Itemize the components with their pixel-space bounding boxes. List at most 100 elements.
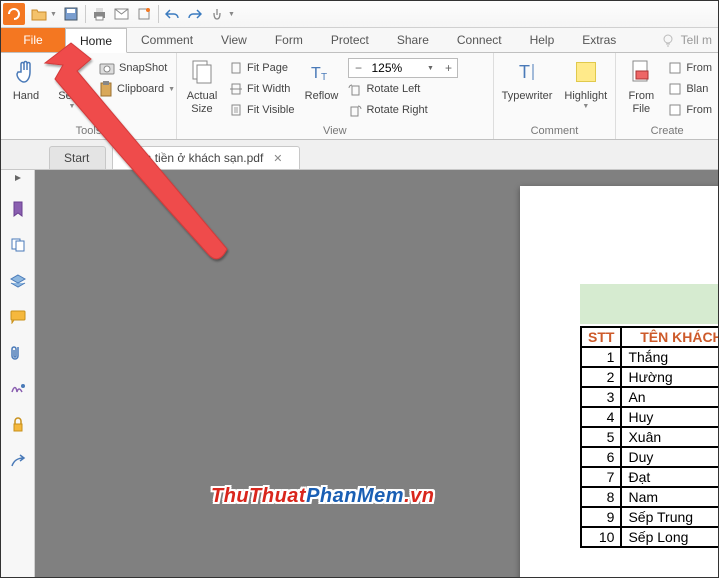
touch-icon[interactable] xyxy=(209,6,225,22)
share-icon[interactable] xyxy=(9,452,27,470)
rotate-left-icon xyxy=(348,82,362,96)
doctab-file-label: Tính tiền ở khách sạn.pdf xyxy=(127,151,263,165)
fit-visible-button[interactable]: Fit Visible xyxy=(227,100,296,120)
fit-width-button[interactable]: Fit Width xyxy=(227,79,296,99)
tab-file[interactable]: File xyxy=(1,28,65,52)
workspace: STTTÊN KHÁCH 1Thắng 2Hường 3An 4Huy 5Xuâ… xyxy=(1,170,718,577)
scan-icon[interactable] xyxy=(136,6,152,22)
security-icon[interactable] xyxy=(9,416,27,434)
blank-button[interactable]: Blan xyxy=(666,79,714,99)
tab-connect[interactable]: Connect xyxy=(443,28,516,52)
hand-button[interactable]: Hand xyxy=(5,56,47,105)
select-label: Selec xyxy=(58,90,86,103)
layers-icon[interactable] xyxy=(9,272,27,290)
doctab-start[interactable]: Start xyxy=(49,146,106,169)
snapshot-label: SnapShot xyxy=(119,62,167,74)
from-label: From xyxy=(686,104,712,116)
pages-icon[interactable] xyxy=(9,236,27,254)
fit-page-button[interactable]: Fit Page xyxy=(227,58,296,78)
highlight-button[interactable]: Highlight ▼ xyxy=(560,56,611,113)
table-row: 5Xuân xyxy=(581,427,718,447)
actual-size-button[interactable]: Actual Size xyxy=(181,56,223,117)
group-comment: T Typewriter Highlight ▼ Comment xyxy=(494,53,617,139)
redo-icon[interactable] xyxy=(187,6,203,22)
rotate-left-button[interactable]: Rotate Left xyxy=(346,79,460,99)
from-file-button[interactable]: From File xyxy=(620,56,662,117)
open-icon[interactable] xyxy=(31,6,47,22)
fit-page-icon xyxy=(229,61,243,75)
attachments-icon[interactable] xyxy=(9,344,27,362)
undo-icon[interactable] xyxy=(165,6,181,22)
doctab-start-label: Start xyxy=(64,151,89,165)
dropdown-icon[interactable]: ▼ xyxy=(228,11,235,18)
tab-help[interactable]: Help xyxy=(516,28,569,52)
group-tools: Hand Selec ▼ SnapShot Clipboard ▼ Tools xyxy=(1,53,177,139)
fit-width-icon xyxy=(229,82,243,96)
highlight-label: Highlight xyxy=(564,90,607,103)
group-view: Actual Size Fit Page Fit Width Fit Visib… xyxy=(177,53,494,139)
reflow-button[interactable]: TT Reflow xyxy=(300,56,342,105)
tab-protect[interactable]: Protect xyxy=(317,28,383,52)
tab-view[interactable]: View xyxy=(207,28,261,52)
snapshot-button[interactable]: SnapShot xyxy=(97,58,177,78)
blank-label: Blan xyxy=(686,83,708,95)
tell-me-label: Tell m xyxy=(681,33,712,47)
zoom-input[interactable] xyxy=(367,61,421,75)
typewriter-label: Typewriter xyxy=(502,90,553,103)
tab-form[interactable]: Form xyxy=(261,28,317,52)
table-row: 1Thắng xyxy=(581,347,718,367)
reflow-label: Reflow xyxy=(305,90,339,103)
dropdown-icon[interactable]: ▼ xyxy=(50,11,57,18)
from-label: From xyxy=(686,62,712,74)
rotate-right-button[interactable]: Rotate Right xyxy=(346,100,460,120)
doctab-file[interactable]: Tính tiền ở khách sạn.pdf ✕ xyxy=(112,146,299,169)
typewriter-button[interactable]: T Typewriter xyxy=(498,56,557,105)
ribbon: Hand Selec ▼ SnapShot Clipboard ▼ Tools xyxy=(1,53,718,140)
group-create: From File From Blan From Create xyxy=(616,53,718,139)
clipboard-button[interactable]: Clipboard ▼ xyxy=(97,79,177,99)
bookmark-icon[interactable] xyxy=(9,200,27,218)
table-row: 7Đạt xyxy=(581,467,718,487)
signatures-icon[interactable] xyxy=(9,380,27,398)
doc-icon xyxy=(668,104,682,116)
typewriter-icon: T xyxy=(513,58,541,86)
svg-text:T: T xyxy=(519,62,530,82)
tab-extras[interactable]: Extras xyxy=(568,28,630,52)
zoom-dropdown[interactable]: ▼ xyxy=(421,65,439,72)
hand-label: Hand xyxy=(13,90,39,103)
comments-icon[interactable] xyxy=(9,308,27,326)
table-row: 3An xyxy=(581,387,718,407)
highlight-icon xyxy=(572,58,600,86)
from-scanner-button[interactable]: From xyxy=(666,58,714,78)
print-icon[interactable] xyxy=(92,6,108,22)
table-row: 8Nam xyxy=(581,487,718,507)
app-logo[interactable] xyxy=(3,3,25,25)
actual-size-icon xyxy=(188,58,216,86)
svg-text:T: T xyxy=(321,72,327,83)
document-tabs: Start Tính tiền ở khách sạn.pdf ✕ xyxy=(1,140,718,170)
rotate-right-label: Rotate Right xyxy=(366,104,427,116)
tab-share[interactable]: Share xyxy=(383,28,443,52)
camera-icon xyxy=(99,61,115,75)
tab-home[interactable]: Home xyxy=(65,28,127,53)
rotate-left-label: Rotate Left xyxy=(366,83,420,95)
email-icon[interactable] xyxy=(114,6,130,22)
table-row: 2Hường xyxy=(581,367,718,387)
tab-comment[interactable]: Comment xyxy=(127,28,207,52)
close-icon[interactable]: ✕ xyxy=(273,152,282,165)
from-clipboard-button[interactable]: From xyxy=(666,100,714,120)
panel-toggle-icon[interactable] xyxy=(14,174,22,182)
svg-text:T: T xyxy=(311,65,321,82)
document-canvas[interactable]: STTTÊN KHÁCH 1Thắng 2Hường 3An 4Huy 5Xuâ… xyxy=(35,170,718,577)
actual-size-label: Actual Size xyxy=(187,90,218,115)
zoom-control: − ▼ + xyxy=(346,58,460,78)
zoom-out-button[interactable]: − xyxy=(349,61,367,75)
select-button[interactable]: Selec ▼ xyxy=(51,56,93,113)
from-file-icon xyxy=(627,58,655,86)
tell-me[interactable]: Tell m xyxy=(661,28,718,52)
table-row: 10Sếp Long xyxy=(581,527,718,547)
zoom-in-button[interactable]: + xyxy=(439,61,457,75)
save-icon[interactable] xyxy=(63,6,79,22)
header-band xyxy=(580,284,718,324)
quick-access-toolbar: ▼ ▼ xyxy=(1,1,718,28)
